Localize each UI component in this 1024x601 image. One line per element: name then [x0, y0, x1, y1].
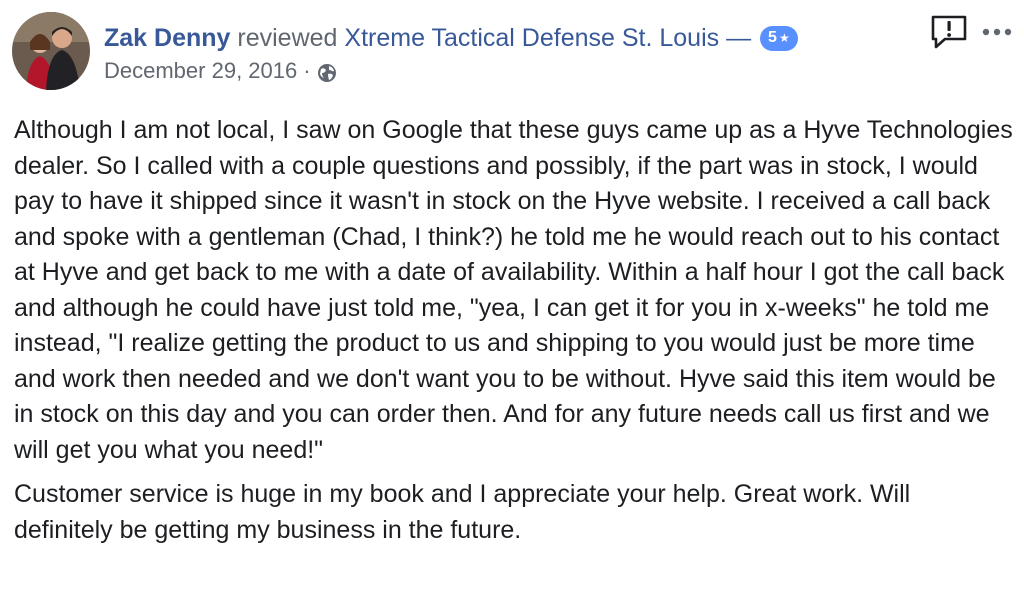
rating-badge: 5 ★: [760, 25, 798, 51]
avatar[interactable]: [12, 12, 90, 90]
review-paragraph: Although I am not local, I saw on Google…: [14, 116, 1013, 464]
rating-value: 5: [768, 29, 777, 46]
review-meta: December 29, 2016 ·: [104, 56, 1024, 86]
review-header: Zak Denny reviewed Xtreme Tactical Defen…: [104, 20, 1024, 86]
review-paragraph: Customer service is huge in my book and …: [14, 480, 911, 544]
page-name-link[interactable]: Xtreme Tactical Defense St. Louis: [344, 24, 719, 52]
review-body: Although I am not local, I saw on Google…: [14, 113, 1014, 548]
author-name-link[interactable]: Zak Denny: [104, 24, 230, 52]
review-action-text: reviewed: [237, 24, 338, 52]
profile-photo: [12, 12, 90, 90]
review-date-link[interactable]: December 29, 2016: [104, 56, 297, 86]
review-headline: Zak Denny reviewed Xtreme Tactical Defen…: [104, 20, 1024, 56]
globe-icon[interactable]: [317, 61, 337, 82]
more-options-icon[interactable]: [980, 22, 1016, 42]
report-review-icon[interactable]: [930, 14, 968, 50]
star-icon: ★: [778, 31, 790, 45]
meta-separator: ·: [303, 58, 311, 83]
dash-separator: —: [726, 24, 752, 52]
